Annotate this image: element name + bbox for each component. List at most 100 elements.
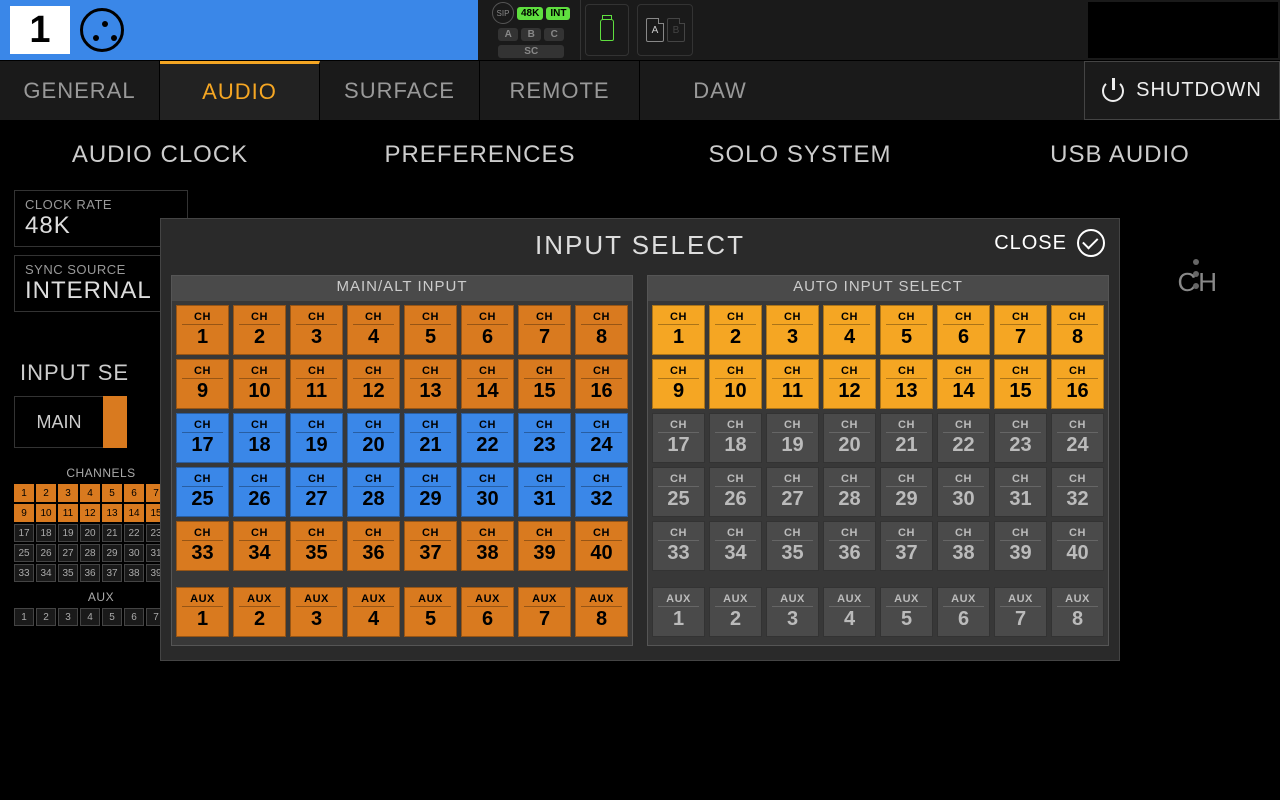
main-alt-ch-button[interactable]: CH6 xyxy=(461,305,514,355)
auto-ch-button[interactable]: CH14 xyxy=(937,359,990,409)
mini-channel-cell[interactable]: 13 xyxy=(102,504,122,522)
auto-ch-button[interactable]: CH15 xyxy=(994,359,1047,409)
auto-ch-button[interactable]: CH9 xyxy=(652,359,705,409)
main-alt-ch-button[interactable]: CH10 xyxy=(233,359,286,409)
main-alt-ch-button[interactable]: CH30 xyxy=(461,467,514,517)
auto-aux-button[interactable]: AUX8 xyxy=(1051,587,1104,637)
auto-ch-button[interactable]: CH23 xyxy=(994,413,1047,463)
mini-aux-cell[interactable]: 1 xyxy=(14,608,34,626)
main-alt-ch-button[interactable]: CH34 xyxy=(233,521,286,571)
mini-channel-cell[interactable]: 12 xyxy=(80,504,100,522)
auto-ch-button[interactable]: CH20 xyxy=(823,413,876,463)
mini-channel-cell[interactable]: 36 xyxy=(80,564,100,582)
shutdown-button[interactable]: SHUTDOWN xyxy=(1084,61,1280,120)
usb-status[interactable] xyxy=(585,4,629,56)
tab-remote[interactable]: REMOTE xyxy=(480,61,640,120)
main-alt-ch-button[interactable]: CH16 xyxy=(575,359,628,409)
auto-aux-button[interactable]: AUX1 xyxy=(652,587,705,637)
main-alt-ch-button[interactable]: CH38 xyxy=(461,521,514,571)
main-alt-ch-button[interactable]: CH4 xyxy=(347,305,400,355)
auto-ch-button[interactable]: CH40 xyxy=(1051,521,1104,571)
mini-aux-cell[interactable]: 5 xyxy=(102,608,122,626)
main-alt-ch-button[interactable]: CH29 xyxy=(404,467,457,517)
auto-ch-button[interactable]: CH10 xyxy=(709,359,762,409)
main-alt-ch-button[interactable]: CH39 xyxy=(518,521,571,571)
main-alt-ch-button[interactable]: CH36 xyxy=(347,521,400,571)
mini-channel-cell[interactable]: 21 xyxy=(102,524,122,542)
mini-channel-cell[interactable]: 10 xyxy=(36,504,56,522)
tab-audio[interactable]: AUDIO xyxy=(160,61,320,120)
subtab-audio-clock[interactable]: AUDIO CLOCK xyxy=(0,130,320,180)
main-alt-ch-button[interactable]: CH21 xyxy=(404,413,457,463)
mini-channel-cell[interactable]: 19 xyxy=(58,524,78,542)
main-alt-ch-button[interactable]: CH2 xyxy=(233,305,286,355)
auto-ch-button[interactable]: CH7 xyxy=(994,305,1047,355)
auto-ch-button[interactable]: CH3 xyxy=(766,305,819,355)
main-alt-aux-button[interactable]: AUX6 xyxy=(461,587,514,637)
main-alt-ch-button[interactable]: CH25 xyxy=(176,467,229,517)
main-alt-aux-button[interactable]: AUX7 xyxy=(518,587,571,637)
mini-channel-cell[interactable]: 1 xyxy=(14,484,34,502)
main-alt-ch-button[interactable]: CH19 xyxy=(290,413,343,463)
mini-channel-cell[interactable]: 28 xyxy=(80,544,100,562)
mini-channel-cell[interactable]: 35 xyxy=(58,564,78,582)
mini-channel-cell[interactable]: 22 xyxy=(124,524,144,542)
main-alt-ch-button[interactable]: CH24 xyxy=(575,413,628,463)
tab-surface[interactable]: SURFACE xyxy=(320,61,480,120)
card-status[interactable]: A B xyxy=(637,4,693,56)
auto-ch-button[interactable]: CH21 xyxy=(880,413,933,463)
mini-channel-cell[interactable]: 26 xyxy=(36,544,56,562)
auto-ch-button[interactable]: CH27 xyxy=(766,467,819,517)
auto-ch-button[interactable]: CH8 xyxy=(1051,305,1104,355)
mini-channel-cell[interactable]: 34 xyxy=(36,564,56,582)
auto-ch-button[interactable]: CH11 xyxy=(766,359,819,409)
auto-ch-button[interactable]: CH16 xyxy=(1051,359,1104,409)
main-alt-ch-button[interactable]: CH5 xyxy=(404,305,457,355)
main-alt-ch-button[interactable]: CH9 xyxy=(176,359,229,409)
main-alt-ch-button[interactable]: CH32 xyxy=(575,467,628,517)
mini-aux-cell[interactable]: 2 xyxy=(36,608,56,626)
alt-button-edge[interactable] xyxy=(103,396,127,448)
auto-ch-button[interactable]: CH36 xyxy=(823,521,876,571)
main-alt-aux-button[interactable]: AUX5 xyxy=(404,587,457,637)
main-alt-ch-button[interactable]: CH8 xyxy=(575,305,628,355)
main-alt-ch-button[interactable]: CH11 xyxy=(290,359,343,409)
auto-ch-button[interactable]: CH17 xyxy=(652,413,705,463)
main-alt-ch-button[interactable]: CH3 xyxy=(290,305,343,355)
main-alt-ch-button[interactable]: CH1 xyxy=(176,305,229,355)
auto-aux-button[interactable]: AUX5 xyxy=(880,587,933,637)
mini-channel-cell[interactable]: 6 xyxy=(124,484,144,502)
mini-channel-cell[interactable]: 5 xyxy=(102,484,122,502)
main-alt-aux-button[interactable]: AUX3 xyxy=(290,587,343,637)
mini-channel-cell[interactable]: 25 xyxy=(14,544,34,562)
mini-channel-cell[interactable]: 17 xyxy=(14,524,34,542)
mini-channel-cell[interactable]: 14 xyxy=(124,504,144,522)
main-alt-ch-button[interactable]: CH31 xyxy=(518,467,571,517)
main-alt-ch-button[interactable]: CH14 xyxy=(461,359,514,409)
main-alt-ch-button[interactable]: CH28 xyxy=(347,467,400,517)
channel-badge[interactable]: 1 xyxy=(0,0,478,60)
mini-channel-cell[interactable]: 3 xyxy=(58,484,78,502)
main-alt-ch-button[interactable]: CH18 xyxy=(233,413,286,463)
main-alt-aux-button[interactable]: AUX4 xyxy=(347,587,400,637)
auto-ch-button[interactable]: CH4 xyxy=(823,305,876,355)
auto-ch-button[interactable]: CH24 xyxy=(1051,413,1104,463)
auto-ch-button[interactable]: CH29 xyxy=(880,467,933,517)
auto-ch-button[interactable]: CH26 xyxy=(709,467,762,517)
close-button[interactable]: CLOSE xyxy=(994,229,1105,257)
subtab-solo-system[interactable]: SOLO SYSTEM xyxy=(640,130,960,180)
mini-channel-cell[interactable]: 27 xyxy=(58,544,78,562)
mini-channel-cell[interactable]: 33 xyxy=(14,564,34,582)
main-alt-ch-button[interactable]: CH23 xyxy=(518,413,571,463)
main-alt-ch-button[interactable]: CH33 xyxy=(176,521,229,571)
mini-aux-cell[interactable]: 3 xyxy=(58,608,78,626)
mini-channel-cell[interactable]: 29 xyxy=(102,544,122,562)
auto-aux-button[interactable]: AUX7 xyxy=(994,587,1047,637)
auto-ch-button[interactable]: CH32 xyxy=(1051,467,1104,517)
mini-channel-cell[interactable]: 9 xyxy=(14,504,34,522)
auto-ch-button[interactable]: CH38 xyxy=(937,521,990,571)
mini-channel-cell[interactable]: 37 xyxy=(102,564,122,582)
auto-ch-button[interactable]: CH33 xyxy=(652,521,705,571)
main-alt-ch-button[interactable]: CH12 xyxy=(347,359,400,409)
auto-ch-button[interactable]: CH37 xyxy=(880,521,933,571)
